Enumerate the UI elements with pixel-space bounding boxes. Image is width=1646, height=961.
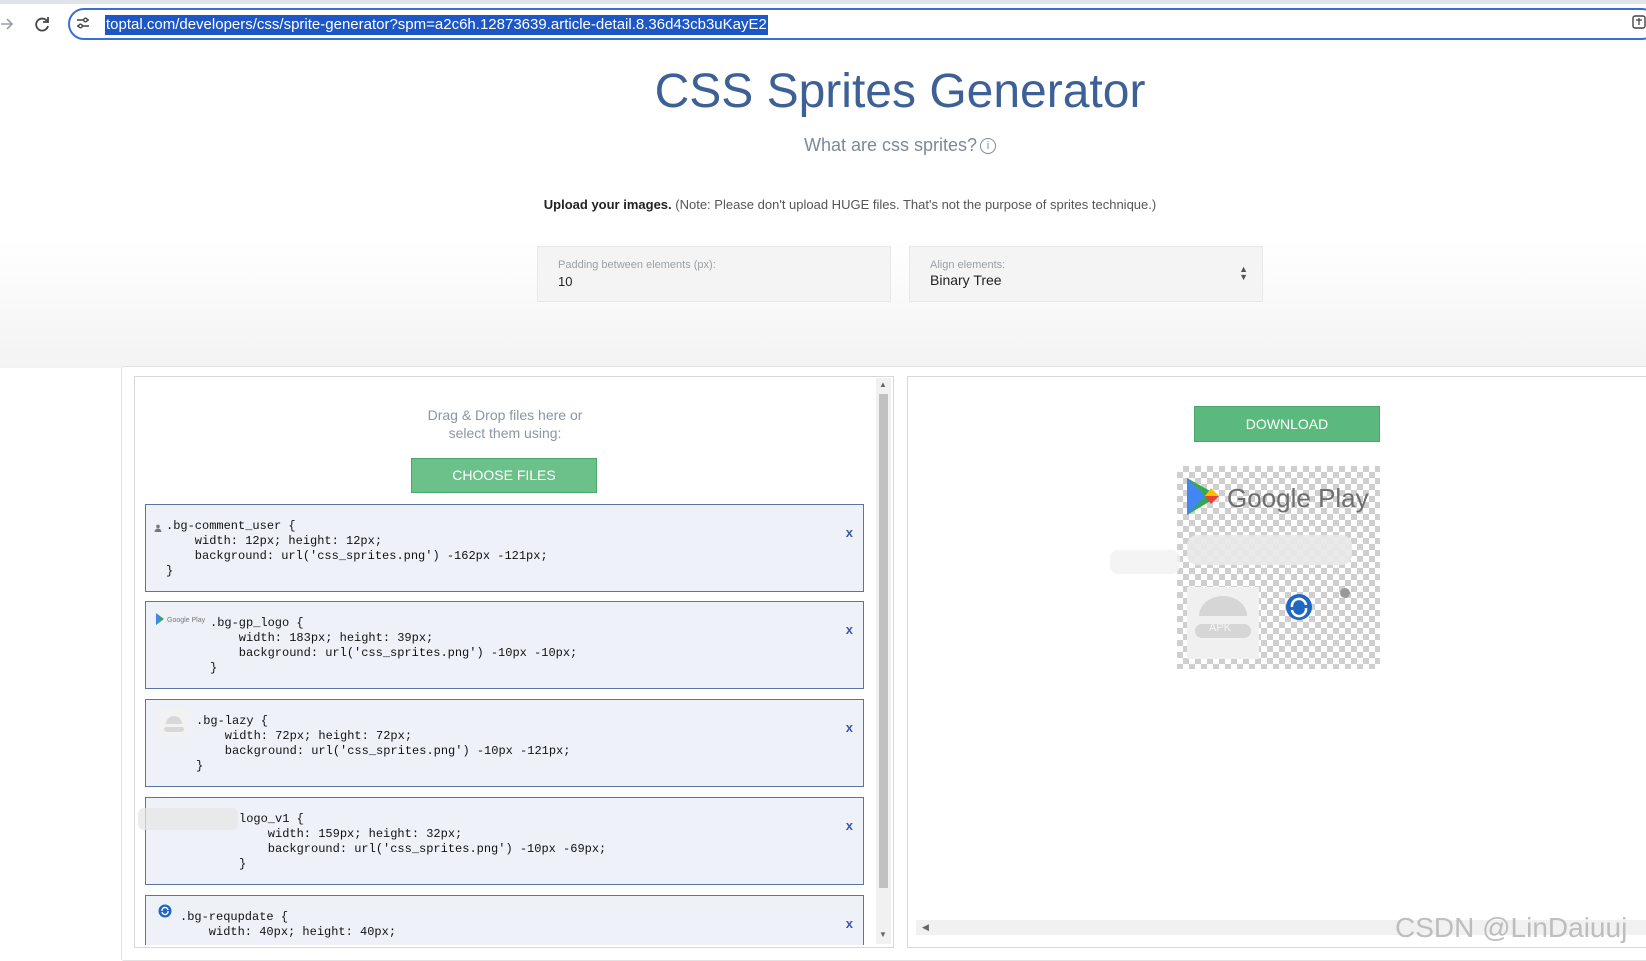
user-icon — [154, 519, 162, 537]
watermark: CSDN @LinDaiuuj — [1395, 912, 1628, 943]
upload-note-bold: Upload your images. — [543, 197, 672, 212]
google-play-logo: Google Play — [155, 612, 207, 631]
sprite-entry: Google Play .bg-gp_logo { width: 183px; … — [145, 601, 864, 689]
forward-icon[interactable] — [0, 13, 14, 35]
padding-input[interactable]: 10 — [558, 274, 572, 289]
align-select[interactable]: Align elements: Binary Tree ▲ ▼ — [909, 246, 1263, 302]
page-title: CSS Sprites Generator — [654, 65, 1146, 118]
vertical-scrollbar[interactable]: ▲ ▼ — [876, 378, 891, 944]
svg-text:Google Play: Google Play — [167, 617, 206, 624]
css-code: .bg-lazy { width: 72px; height: 72px; ba… — [196, 714, 571, 773]
css-code: .bg-gp_logo { width: 183px; height: 39px… — [210, 616, 578, 675]
scrollbar-thumb[interactable] — [879, 394, 888, 888]
padding-field[interactable]: Padding between elements (px): 10 — [537, 246, 891, 302]
sprite-entry: .bg-requpdate { width: 40px; height: 40p… — [145, 895, 864, 945]
select-arrows-icon: ▲ ▼ — [1239, 264, 1248, 282]
remove-button[interactable]: x — [846, 622, 853, 637]
what-are-sprites-label: What are css sprites? — [803, 135, 978, 155]
remove-button[interactable]: x — [846, 525, 853, 540]
scroll-up-icon[interactable]: ▲ — [879, 380, 887, 389]
url-text[interactable]: toptal.com/developers/css/sprite-generat… — [105, 15, 768, 35]
refresh-icon — [158, 904, 172, 923]
choose-files-button[interactable]: CHOOSE FILES — [411, 458, 597, 493]
remove-button[interactable]: x — [846, 720, 853, 735]
tab-strip — [0, 0, 1646, 4]
download-button[interactable]: DOWNLOAD — [1194, 406, 1380, 442]
blurred-logo — [138, 806, 238, 837]
apk-text: APK — [1209, 622, 1232, 634]
translate-icon[interactable] — [1632, 14, 1646, 32]
blurred-overflow — [1110, 550, 1180, 574]
what-are-sprites-link[interactable]: What are css sprites? i — [700, 134, 1100, 156]
upload-note: Upload your images. (Note: Please don't … — [500, 196, 1200, 214]
remove-button[interactable]: x — [846, 818, 853, 833]
sprite-entry: logo_v1 { width: 159px; height: 32px; ba… — [138, 797, 864, 885]
css-code: .bg-comment_user { width: 12px; height: … — [166, 519, 548, 578]
android-apk-icon — [158, 710, 190, 741]
remove-button[interactable]: x — [846, 916, 853, 931]
padding-label: Padding between elements (px): — [558, 259, 716, 271]
align-value[interactable]: Binary Tree — [930, 272, 1002, 288]
site-settings-icon[interactable] — [74, 14, 92, 32]
scroll-left-icon[interactable]: ◀ — [922, 922, 929, 933]
sprite-entry: .bg-comment_user { width: 12px; height: … — [145, 504, 864, 592]
info-icon: i — [980, 138, 997, 155]
css-code: logo_v1 { width: 159px; height: 32px; ba… — [239, 812, 607, 871]
reload-icon[interactable] — [32, 13, 52, 35]
scroll-down-icon[interactable]: ▼ — [879, 930, 887, 939]
google-play-text: Google Play — [1227, 483, 1369, 513]
drag-drop-text: Drag & Drop files here or select them us… — [427, 407, 583, 441]
sprite-preview-image: Google Play APK — [1177, 466, 1380, 669]
sprite-entry: .bg-lazy { width: 72px; height: 72px; ba… — [145, 699, 864, 787]
upload-note-text: (Note: Please don't upload HUGE files. T… — [671, 197, 1157, 212]
css-code: .bg-requpdate { width: 40px; height: 40p… — [180, 910, 397, 939]
align-label: Align elements: — [930, 259, 1006, 271]
